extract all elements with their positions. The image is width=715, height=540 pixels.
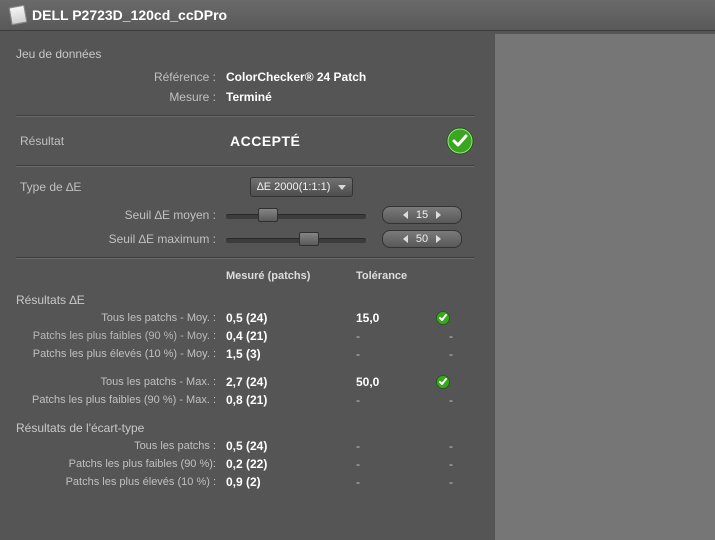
result-measured: 0,5 (24): [226, 309, 356, 327]
measure-label: Mesure :: [16, 90, 226, 104]
result-row: Patchs les plus faibles (90 %) - Max. :0…: [16, 391, 474, 409]
result-row-label: Patchs les plus faibles (90 %):: [16, 455, 226, 473]
result-tolerance: -: [356, 391, 436, 409]
dataset-section-title: Jeu de données: [16, 47, 474, 61]
result-tolerance: 15,0: [356, 309, 436, 327]
status-pass-icon: [436, 375, 466, 389]
result-row-label: Tous les patchs - Moy. :: [16, 309, 226, 327]
de-type-value: ∆E 2000(1:1:1): [257, 181, 330, 193]
result-row-label: Tous les patchs - Max. :: [16, 373, 226, 391]
result-row-label: Patchs les plus faibles (90 %) - Max. :: [16, 391, 226, 409]
result-tolerance: -: [356, 437, 436, 455]
status-none: -: [436, 473, 466, 491]
avg-threshold-slider[interactable]: [226, 208, 366, 222]
std-results-section: Résultats de l'écart-type: [16, 421, 474, 435]
profile-icon: [9, 5, 28, 26]
status-none: -: [436, 391, 466, 409]
result-row: Patchs les plus faibles (90 %):0,2 (22)-…: [16, 455, 474, 473]
status-none: -: [436, 455, 466, 473]
result-row: Patchs les plus élevés (10 %) - Moy. :1,…: [16, 345, 474, 363]
reference-value: ColorChecker® 24 Patch: [226, 70, 366, 84]
de-type-label: Type de ∆E: [16, 180, 230, 194]
result-tolerance: -: [356, 327, 436, 345]
status-none: -: [436, 327, 466, 345]
result-tolerance: -: [356, 345, 436, 363]
stepper-decrease-icon: [403, 235, 408, 243]
result-label: Résultat: [16, 134, 230, 148]
col-header-tolerance: Tolérance: [356, 267, 436, 285]
result-measured: 0,5 (24): [226, 437, 356, 455]
result-measured: 0,8 (21): [226, 391, 356, 409]
result-row: Patchs les plus élevés (10 %) :0,9 (2)--: [16, 473, 474, 491]
profile-title: DELL P2723D_120cd_ccDPro: [32, 7, 227, 23]
validation-panel: DELL P2723D_120cd_ccDPro Jeu de données …: [0, 0, 715, 540]
result-measured: 0,9 (2): [226, 473, 356, 491]
result-measured: 2,7 (24): [226, 373, 356, 391]
result-measured: 1,5 (3): [226, 345, 356, 363]
result-measured: 0,4 (21): [226, 327, 356, 345]
reference-label: Référence :: [16, 70, 226, 84]
de-type-dropdown[interactable]: ∆E 2000(1:1:1): [250, 177, 353, 197]
max-threshold-label: Seuil ∆E maximum :: [16, 232, 226, 246]
result-row-label: Patchs les plus élevés (10 %) :: [16, 473, 226, 491]
result-row-label: Tous les patchs :: [16, 437, 226, 455]
result-row-label: Patchs les plus élevés (10 %) - Moy. :: [16, 345, 226, 363]
result-row: Tous les patchs - Max. :2,7 (24)50,0: [16, 373, 474, 391]
result-tolerance: -: [356, 473, 436, 491]
result-tolerance: 50,0: [356, 373, 436, 391]
result-measured: 0,2 (22): [226, 455, 356, 473]
panel-header: DELL P2723D_120cd_ccDPro: [0, 0, 715, 31]
avg-threshold-label: Seuil ∆E moyen :: [16, 208, 226, 222]
measure-value: Terminé: [226, 90, 272, 104]
result-tolerance: -: [356, 455, 436, 473]
result-pass-icon: [446, 127, 474, 155]
result-row-label: Patchs les plus faibles (90 %) - Moy. :: [16, 327, 226, 345]
status-none: -: [436, 345, 466, 363]
result-row: Patchs les plus faibles (90 %) - Moy. :0…: [16, 327, 474, 345]
max-threshold-slider[interactable]: [226, 232, 366, 246]
max-threshold-stepper[interactable]: 50: [382, 230, 462, 248]
chevron-down-icon: [338, 185, 346, 190]
de-results-section: Résultats ∆E: [16, 293, 474, 307]
stepper-increase-icon: [436, 211, 441, 219]
stepper-increase-icon: [436, 235, 441, 243]
result-row: Tous les patchs :0,5 (24)--: [16, 437, 474, 455]
avg-threshold-stepper[interactable]: 15: [382, 206, 462, 224]
stepper-decrease-icon: [403, 211, 408, 219]
max-threshold-value: 50: [416, 233, 428, 245]
col-header-measured: Mesuré (patchs): [226, 267, 356, 285]
result-row: Tous les patchs - Moy. :0,5 (24)15,0: [16, 309, 474, 327]
status-pass-icon: [436, 311, 466, 325]
avg-threshold-value: 15: [416, 209, 428, 221]
status-none: -: [436, 437, 466, 455]
result-value: ACCEPTÉ: [230, 133, 360, 149]
